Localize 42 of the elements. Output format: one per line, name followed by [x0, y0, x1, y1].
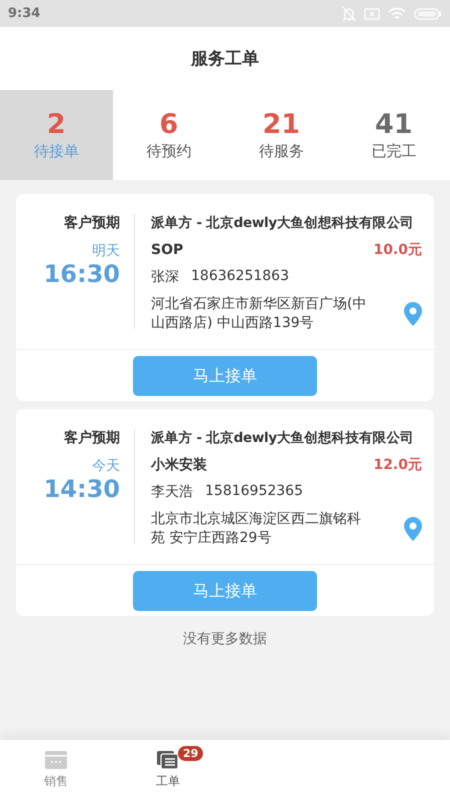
location-pin-icon[interactable]: [404, 302, 422, 326]
no-more-data-text: 没有更多数据: [183, 630, 267, 648]
price-label: 12.0元: [373, 456, 422, 474]
count-badge: 29: [178, 746, 204, 761]
service-name: 小米安装: [151, 456, 207, 474]
nav-tab[interactable]: 工单 29: [112, 740, 224, 800]
expectation-label: 客户预期: [64, 214, 120, 232]
dispatcher-text: 派单方 - 北京dewly大鱼创想科技有限公司: [151, 214, 415, 232]
phone-number: 18636251863: [191, 268, 289, 286]
wifi-icon: [388, 6, 406, 20]
status-time: 9:34: [8, 6, 40, 21]
tab-count: 21: [262, 109, 300, 140]
price-label: 10.0元: [373, 241, 422, 259]
time-label: 14:30: [44, 475, 120, 503]
bell-off-icon: [342, 6, 356, 22]
tab-count: 41: [374, 109, 413, 140]
dispatcher-text: 派单方 - 北京dewly大鱼创想科技有限公司: [151, 429, 415, 447]
nav-tab[interactable]: 销售: [0, 740, 112, 800]
address-text: 河北省石家庄市新华区新百广场(中山西路店) 中山西路139号: [151, 295, 368, 333]
store-icon: [45, 750, 67, 768]
contact-name: 张深: [151, 268, 179, 286]
service-name: SOP: [151, 242, 184, 258]
sim-card-icon: [364, 6, 380, 20]
tab-count: 6: [159, 109, 178, 140]
nav-label: 销售: [44, 772, 68, 790]
nav-label: 工单: [156, 772, 180, 790]
phone-number: 15816952365: [205, 483, 303, 501]
address-text: 北京市北京城区海淀区西二旗铭科苑 安宁庄西路29号: [151, 510, 362, 548]
day-label: 明天: [92, 242, 120, 260]
tab-count: 2: [46, 109, 66, 140]
document-list-icon: [157, 750, 179, 768]
tab-label: 待接单: [34, 142, 79, 161]
tab-label: 已完工: [371, 142, 416, 161]
day-label: 今天: [92, 457, 120, 475]
page-title: 服务工单: [191, 48, 259, 70]
tab-label: 待预约: [146, 142, 192, 161]
location-pin-icon[interactable]: [404, 517, 422, 541]
expectation-label: 客户预期: [64, 429, 120, 447]
tab-label: 待服务: [258, 142, 304, 161]
contact-name: 李天浩: [151, 483, 193, 501]
battery-icon: [414, 6, 442, 20]
time-label: 16:30: [44, 260, 120, 288]
